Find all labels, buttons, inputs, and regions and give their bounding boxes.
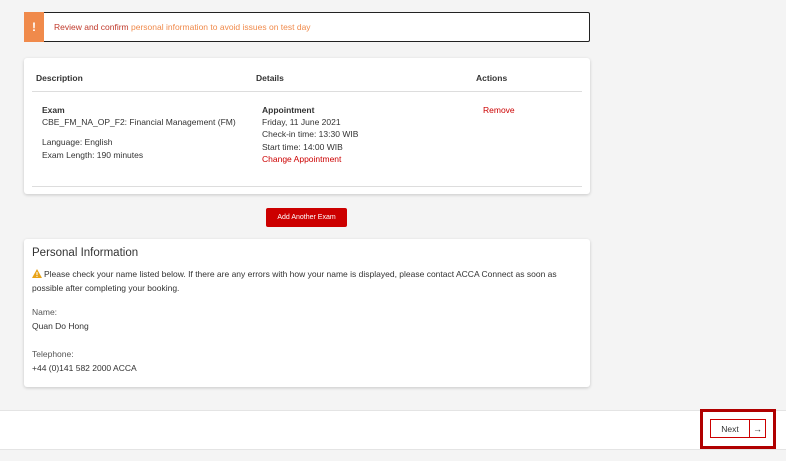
exam-details-cell: Appointment Friday, 11 June 2021 Check-i…	[262, 104, 358, 165]
personal-information-card: Personal Information Please check your n…	[24, 239, 590, 387]
start-time: Start time: 14:00 WIB	[262, 141, 343, 152]
exam-title: Exam	[42, 105, 65, 115]
personal-information-title: Personal Information	[32, 247, 139, 259]
column-header-actions: Actions	[476, 73, 508, 83]
column-header-description: Description	[36, 73, 83, 83]
column-header-details: Details	[256, 73, 284, 83]
alert-text-soft: personal information to avoid issues on …	[131, 22, 311, 32]
appointment-date: Friday, 11 June 2021	[262, 117, 341, 128]
exclamation-icon: !	[24, 12, 44, 42]
alert-text-strong: Review and confirm	[54, 22, 129, 32]
name-label: Name:	[32, 307, 58, 317]
footer-bar	[0, 410, 786, 450]
appointment-title: Appointment	[262, 105, 315, 115]
exam-length: Exam Length: 190 minutes	[42, 149, 144, 160]
telephone-label: Telephone:	[32, 349, 74, 359]
next-button[interactable]: Next →	[710, 419, 766, 438]
arrow-right-icon: →	[753, 423, 762, 434]
warning-icon	[32, 269, 42, 278]
header-divider	[32, 91, 582, 92]
exam-description-cell: Exam CBE_FM_NA_OP_F2: Financial Manageme…	[42, 104, 236, 161]
alert-message: Review and confirm personal information …	[54, 22, 311, 32]
checkin-time: Check-in time: 13:30 WIB	[262, 129, 359, 140]
warning-text: Please check your name listed below. If …	[32, 269, 557, 293]
name-warning-note: Please check your name listed below. If …	[32, 268, 582, 295]
change-appointment-link[interactable]: Change Appointment	[262, 153, 358, 165]
review-alert: ! Review and confirm personal informatio…	[24, 12, 590, 42]
telephone-value: +44 (0)141 582 2000 ACCA	[32, 363, 137, 373]
row-divider	[32, 186, 582, 187]
exam-card: Description Details Actions Exam CBE_FM_…	[24, 58, 590, 194]
exam-language: Language: English	[42, 137, 113, 148]
name-value: Quan Do Hong	[32, 321, 89, 331]
add-another-exam-button[interactable]: Add Another Exam	[266, 208, 347, 227]
remove-link[interactable]: Remove	[483, 105, 515, 115]
next-button-label: Next	[721, 423, 739, 434]
exam-code: CBE_FM_NA_OP_F2: Financial Management (F…	[42, 117, 236, 128]
